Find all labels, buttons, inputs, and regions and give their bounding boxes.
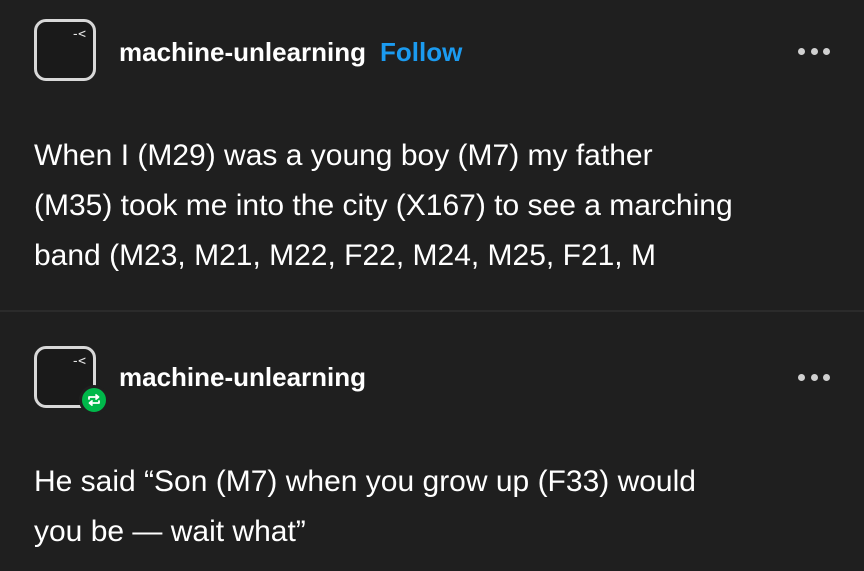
username-link[interactable]: machine-unlearning: [119, 362, 366, 392]
follow-button[interactable]: Follow: [380, 37, 462, 67]
avatar-glyph: -<: [71, 27, 86, 42]
more-dot: [810, 373, 818, 381]
more-options-icon[interactable]: [798, 46, 830, 56]
post-body-line: you be — wait what”: [34, 515, 306, 548]
post-body-line: He said “Son (M7) when you grow up (F33)…: [34, 465, 696, 498]
more-dot: [798, 47, 805, 55]
more-dot: [798, 373, 805, 381]
post-body-line: (M35) took me into the city (X167) to se…: [34, 189, 733, 222]
avatar-glyph: -<: [71, 354, 86, 369]
post-body-line: band (M23, M21, M22, F22, M24, M25, F21,…: [34, 239, 656, 272]
more-dot: [823, 373, 830, 381]
reblog-icon: [79, 385, 109, 415]
post-body: When I (M29) was a young boy (M7) my fat…: [34, 131, 844, 281]
post-body: He said “Son (M7) when you grow up (F33)…: [34, 457, 844, 557]
more-options-icon[interactable]: [798, 372, 830, 382]
avatar[interactable]: -<: [34, 19, 96, 81]
post-header: machine-unlearning Follow: [119, 37, 462, 67]
post-header: machine-unlearning: [119, 362, 366, 392]
username-link[interactable]: machine-unlearning: [119, 37, 366, 67]
post-original: -< machine-unlearning Follow When I (M29)…: [0, 0, 864, 310]
more-dot: [810, 47, 818, 55]
reblog-arrows-icon: [88, 394, 100, 406]
post-body-line: When I (M29) was a young boy (M7) my fat…: [34, 139, 653, 172]
more-dot: [823, 47, 830, 55]
post-reblog: -< machine-unlearning He said “Son (M7) …: [0, 312, 864, 571]
